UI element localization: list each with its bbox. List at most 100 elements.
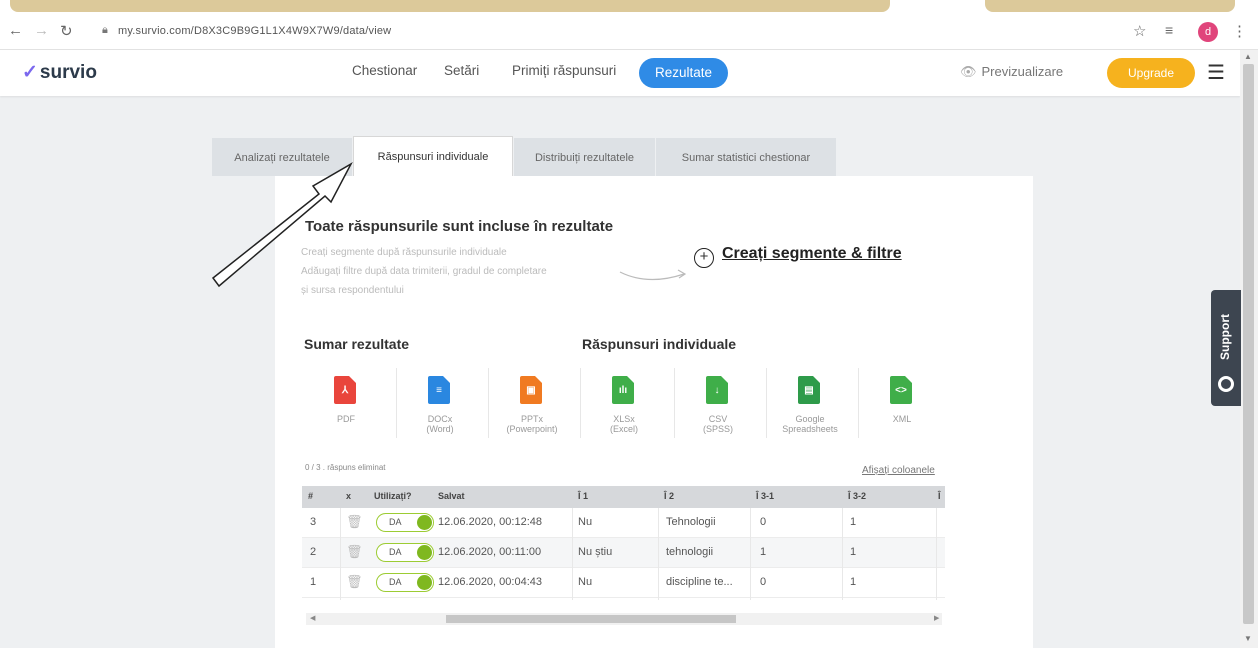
export-csv[interactable]: ↓ CSV (SPSS) bbox=[674, 364, 762, 444]
q3-2-cell: 1 bbox=[850, 516, 857, 528]
browser-toolbar: ← → ↻ 🔒︎ my.survio.com/D8X3C9B9G1L1X4W9X… bbox=[0, 14, 1258, 50]
q3-2-cell: 1 bbox=[850, 546, 857, 558]
trash-icon[interactable]: 🗑︎ bbox=[346, 544, 363, 560]
trash-icon[interactable]: 🗑︎ bbox=[346, 514, 363, 530]
column-divider bbox=[750, 508, 751, 600]
nav-primiti-raspunsuri[interactable]: Primiți răspunsuri bbox=[512, 63, 616, 78]
col-header[interactable]: Î 3-1 bbox=[756, 491, 774, 501]
bookmark-star-icon[interactable]: ☆ bbox=[1133, 22, 1146, 40]
segments-desc-line: Creați segmente după răspunsurile indivi… bbox=[301, 247, 507, 258]
export-sub: (SPSS) bbox=[702, 424, 733, 434]
segments-description: Creați segmente după răspunsurile indivi… bbox=[301, 243, 641, 300]
sheets-file-icon: ▤ bbox=[798, 376, 820, 404]
export-xlsx[interactable]: ılı XLSx (Excel) bbox=[580, 364, 668, 444]
col-header[interactable]: Salvat bbox=[438, 491, 465, 501]
trash-icon[interactable]: 🗑︎ bbox=[346, 574, 363, 590]
column-divider bbox=[842, 508, 843, 600]
toggle-label: DA bbox=[389, 577, 402, 587]
table-row[interactable]: 1 🗑︎ DA 12.06.2020, 00:04:43 Nu discipli… bbox=[302, 568, 945, 598]
forward-icon[interactable]: → bbox=[34, 22, 49, 39]
responses-table: # x Utilizați? Salvat Î 1 Î 2 Î 3-1 Î 3-… bbox=[302, 486, 945, 626]
col-header[interactable]: Î 1 bbox=[578, 491, 588, 501]
segments-desc-line: și sursa respondentului bbox=[301, 285, 404, 296]
hamburger-menu-icon[interactable]: ☰ bbox=[1207, 60, 1225, 85]
upgrade-button[interactable]: Upgrade bbox=[1107, 58, 1195, 88]
column-divider bbox=[572, 508, 573, 600]
preview-button[interactable]: 👁︎ Previzualizare bbox=[960, 64, 1063, 80]
reload-icon[interactable]: ↻ bbox=[60, 22, 73, 40]
col-header[interactable]: Î 2 bbox=[664, 491, 674, 501]
browser-tab-strip bbox=[0, 0, 1258, 14]
show-columns-link[interactable]: Afișați coloanele bbox=[862, 465, 935, 476]
export-pptx[interactable]: ▣ PPTx (Powerpoint) bbox=[488, 364, 576, 444]
browser-tab[interactable] bbox=[10, 0, 890, 12]
survio-logo[interactable]: ✓ survio bbox=[22, 61, 97, 84]
xlsx-file-icon: ılı bbox=[612, 376, 634, 404]
col-header[interactable]: # bbox=[308, 491, 313, 501]
lock-icon: 🔒︎ bbox=[102, 24, 108, 36]
saved-cell: 12.06.2020, 00:04:43 bbox=[438, 576, 542, 588]
toggle-label: DA bbox=[389, 517, 402, 527]
export-xml[interactable]: <> XML bbox=[858, 364, 946, 444]
export-pdf[interactable]: ⅄ PDF bbox=[302, 364, 390, 444]
scroll-up-icon[interactable]: ▲ bbox=[1244, 52, 1252, 61]
tab-raspunsuri-individuale[interactable]: Răspunsuri individuale bbox=[353, 136, 513, 176]
profile-avatar[interactable]: d bbox=[1198, 22, 1218, 42]
use-toggle[interactable]: DA bbox=[376, 573, 434, 592]
export-google-spreadsheets[interactable]: ▤ Google Spreadsheets bbox=[766, 364, 854, 444]
table-scrollbar-thumb[interactable] bbox=[446, 615, 736, 623]
nav-setari[interactable]: Setări bbox=[444, 63, 479, 78]
row-number: 1 bbox=[310, 576, 317, 588]
export-name: DOCx bbox=[427, 414, 453, 424]
q1-cell: Nu bbox=[578, 516, 593, 528]
nav-chestionar[interactable]: Chestionar bbox=[352, 63, 417, 78]
toggle-knob bbox=[417, 515, 432, 530]
scroll-left-icon[interactable]: ◀ bbox=[310, 614, 315, 622]
export-name: PPTx bbox=[520, 414, 543, 424]
table-horizontal-scrollbar[interactable]: ◀ ▶ bbox=[306, 613, 942, 625]
export-name: XML bbox=[892, 414, 912, 424]
segments-title: Toate răspunsurile sunt incluse în rezul… bbox=[305, 218, 614, 235]
scrollbar-thumb[interactable] bbox=[1243, 64, 1254, 624]
docx-file-icon: ≡ bbox=[428, 376, 450, 404]
support-widget[interactable]: Support bbox=[1211, 290, 1241, 406]
table-header: # x Utilizați? Salvat Î 1 Î 2 Î 3-1 Î 3-… bbox=[302, 486, 945, 508]
browser-menu-icon[interactable]: ⋮ bbox=[1232, 22, 1247, 40]
col-header[interactable]: x bbox=[346, 491, 351, 501]
row-number: 2 bbox=[310, 546, 317, 558]
col-header[interactable]: Î bbox=[938, 491, 941, 501]
nav-rezultate-active[interactable]: Rezultate bbox=[639, 58, 728, 88]
scroll-right-icon[interactable]: ▶ bbox=[934, 614, 939, 622]
logo-text: survio bbox=[39, 62, 97, 83]
tab-distribuiti-rezultatele[interactable]: Distribuiți rezultatele bbox=[514, 138, 655, 176]
create-segments-link[interactable]: Creați segmente & filtre bbox=[692, 245, 902, 263]
reading-list-icon[interactable]: ≡ bbox=[1165, 22, 1173, 38]
browser-tab[interactable] bbox=[985, 0, 1235, 12]
use-toggle[interactable]: DA bbox=[376, 543, 434, 562]
table-row[interactable]: 3 🗑︎ DA 12.06.2020, 00:12:48 Nu Tehnolog… bbox=[302, 508, 945, 538]
export-sub: (Powerpoint) bbox=[506, 424, 558, 434]
col-header[interactable]: Utilizați? bbox=[374, 491, 412, 501]
tab-sumar-statistici[interactable]: Sumar statistici chestionar bbox=[656, 138, 836, 176]
address-bar[interactable]: my.survio.com/D8X3C9B9G1L1X4W9X7W9/data/… bbox=[118, 25, 391, 37]
export-docx[interactable]: ≡ DOCx (Word) bbox=[396, 364, 484, 444]
xml-file-icon: <> bbox=[890, 376, 912, 404]
support-label: Support bbox=[1218, 314, 1232, 360]
column-divider bbox=[936, 508, 937, 600]
export-name: Google bbox=[795, 414, 825, 424]
use-toggle[interactable]: DA bbox=[376, 513, 434, 532]
col-header[interactable]: Î 3-2 bbox=[848, 491, 866, 501]
export-sub: Spreadsheets bbox=[782, 424, 838, 434]
toggle-knob bbox=[417, 575, 432, 590]
csv-file-icon: ↓ bbox=[706, 376, 728, 404]
q2-cell: tehnologii bbox=[666, 546, 714, 558]
scroll-down-icon[interactable]: ▼ bbox=[1244, 634, 1252, 643]
q3-2-cell: 1 bbox=[850, 576, 857, 588]
table-row[interactable]: 2 🗑︎ DA 12.06.2020, 00:11:00 Nu știu teh… bbox=[302, 538, 945, 568]
page-scrollbar[interactable]: ▲ ▼ bbox=[1240, 50, 1258, 648]
back-icon[interactable]: ← bbox=[8, 22, 23, 39]
toggle-knob bbox=[417, 545, 432, 560]
eye-icon: 👁︎ bbox=[960, 64, 977, 79]
saved-cell: 12.06.2020, 00:11:00 bbox=[438, 546, 542, 558]
export-sub: (Word) bbox=[426, 424, 454, 434]
